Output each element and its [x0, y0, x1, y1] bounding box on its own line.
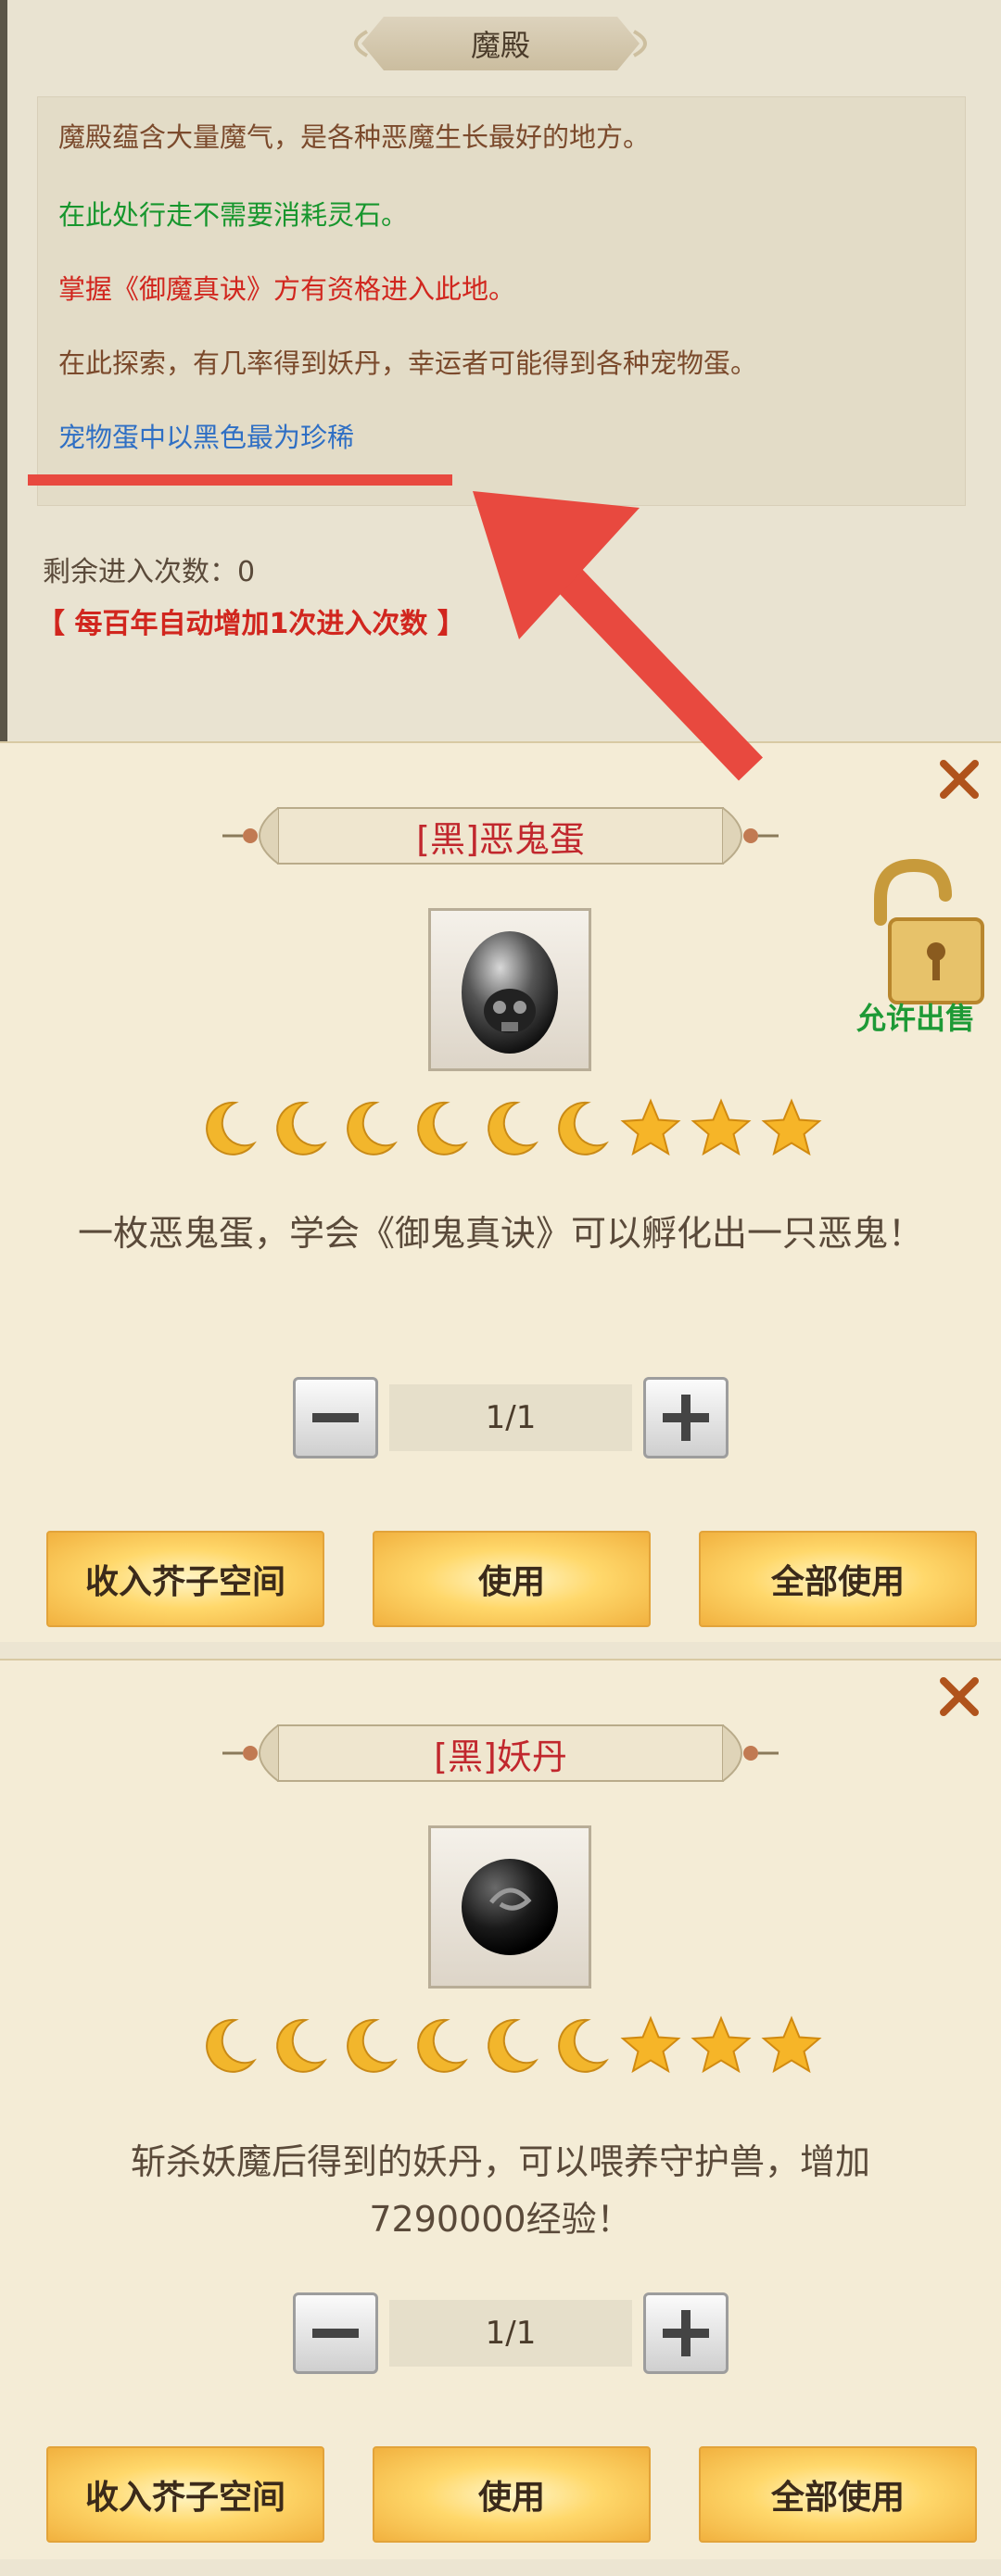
close-icon[interactable] — [934, 1672, 984, 1722]
moon-icon — [276, 1101, 327, 1155]
quantity-field[interactable]: 1/1 — [389, 2300, 632, 2367]
quantity-stepper: 1/1 — [293, 2289, 729, 2378]
moon-icon — [206, 2018, 257, 2073]
moon-icon — [417, 2018, 468, 2073]
star-icon — [761, 1098, 822, 1156]
moon-icon — [488, 2018, 539, 2073]
moon-icon — [417, 1101, 468, 1155]
annotation-arrow — [473, 491, 763, 781]
plus-icon-v — [681, 1395, 691, 1441]
item-description: 斩杀妖魔后得到的妖丹，可以喂养守护兽，增加7290000经验！ — [130, 2141, 870, 2240]
moon-icon — [558, 1101, 609, 1155]
store-to-space-button[interactable]: 收入芥子空间 — [46, 1531, 324, 1627]
minus-icon — [312, 2329, 359, 2338]
use-button[interactable]: 使用 — [373, 1531, 651, 1627]
rating-row — [190, 1095, 830, 1169]
item-description: 一枚恶鬼蛋，学会《御鬼真诀》可以孵化出一只恶鬼！ — [77, 1213, 923, 1254]
item-icon-frame — [428, 1825, 591, 1989]
decrease-button[interactable] — [293, 2292, 378, 2374]
item-name: [黑]恶鬼蛋 — [416, 818, 585, 860]
black-pill-icon — [462, 1859, 558, 1955]
moon-icon — [276, 2018, 327, 2073]
store-to-space-button[interactable]: 收入芥子空间 — [46, 2446, 324, 2543]
quantity-field[interactable]: 1/1 — [389, 1384, 632, 1451]
item-icon-frame — [428, 908, 591, 1071]
star-icon — [620, 1098, 681, 1156]
rating-row — [190, 2013, 830, 2087]
increase-button[interactable] — [643, 1377, 729, 1458]
skull-egg-icon — [462, 931, 558, 1054]
plus-icon-v — [681, 2310, 691, 2356]
decrease-button[interactable] — [293, 1377, 378, 1458]
item-panel-egg: [黑]恶鬼蛋 允许出售 一枚恶鬼蛋，学会《御鬼真诀》可以孵化出一只恶鬼！ 1/1… — [0, 741, 1001, 1642]
star-icon — [761, 2015, 822, 2074]
increase-button[interactable] — [643, 2292, 729, 2374]
star-icon — [691, 2015, 752, 2074]
use-button[interactable]: 使用 — [373, 2446, 651, 2543]
item-name: [黑]妖丹 — [434, 1736, 567, 1777]
item-panel-pill: [黑]妖丹 斩杀妖魔后得到的妖丹，可以喂养守护兽，增加7290000经验！ 1/… — [0, 1659, 1001, 2559]
moon-icon — [488, 1101, 539, 1155]
use-all-button[interactable]: 全部使用 — [699, 2446, 977, 2543]
minus-icon — [312, 1413, 359, 1422]
allow-sale-label: 允许出售 — [856, 1001, 976, 1036]
moon-icon — [347, 2018, 398, 2073]
star-icon — [620, 2015, 681, 2074]
moon-icon — [347, 1101, 398, 1155]
star-icon — [691, 1098, 752, 1156]
moon-icon — [558, 2018, 609, 2073]
use-all-button[interactable]: 全部使用 — [699, 1531, 977, 1627]
quantity-stepper: 1/1 — [293, 1373, 729, 1462]
moon-icon — [206, 1101, 257, 1155]
